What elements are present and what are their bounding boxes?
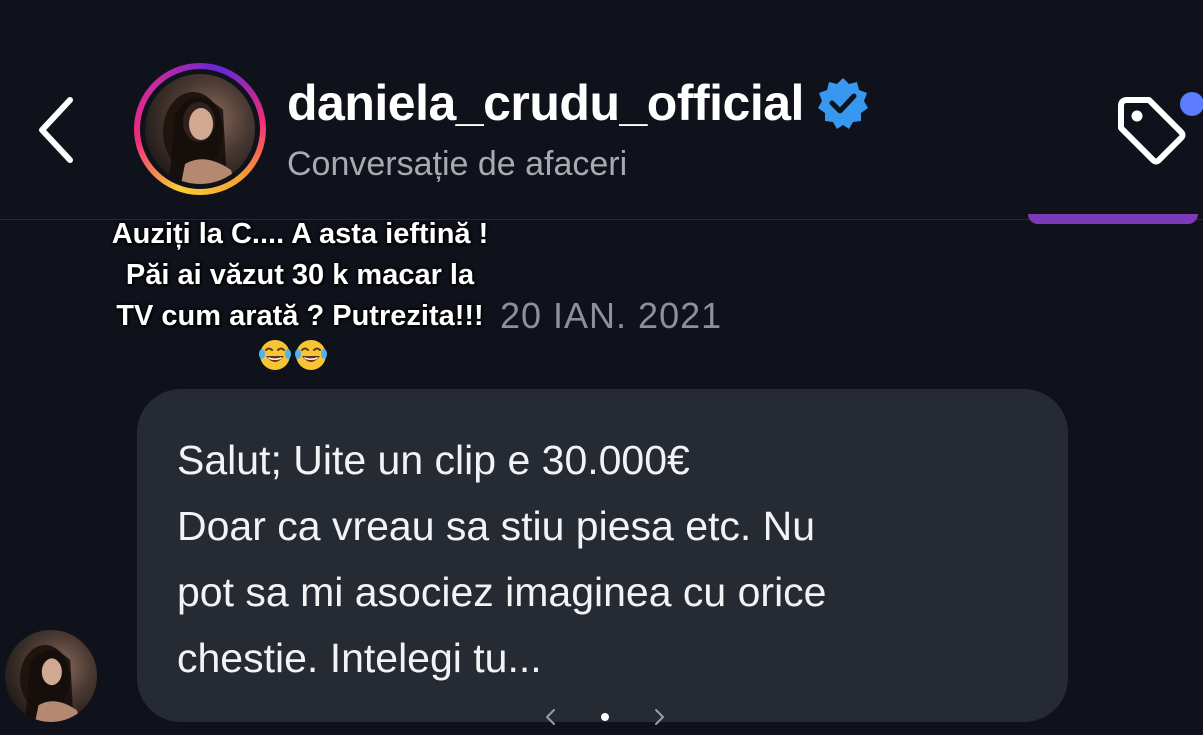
previous-message-edge: [1028, 214, 1198, 224]
message-line: pot sa mi asociez imaginea cu orice: [177, 569, 827, 615]
back-button[interactable]: [30, 92, 90, 168]
avatar-photo: [145, 74, 255, 184]
message-bubble[interactable]: Salut; Uite un clip e 30.000€ Doar ca vr…: [137, 389, 1068, 722]
message-line: Salut; Uite un clip e 30.000€: [177, 437, 690, 483]
label-button[interactable]: [1113, 92, 1189, 168]
sender-avatar[interactable]: [5, 630, 97, 722]
username: daniela_crudu_official: [287, 75, 804, 131]
pager-dot: [601, 713, 609, 721]
conversation-type: Conversație de afaceri: [287, 145, 628, 183]
caption-line: TV cum arată ? Putrezita!!!: [116, 300, 484, 332]
chevron-left-icon[interactable]: [540, 706, 562, 728]
laughing-tears-emoji: [259, 340, 291, 370]
overlay-caption: Auziți la C.... A asta ieftină ! Păi ai …: [40, 214, 560, 337]
pager: [540, 704, 670, 730]
chevron-left-icon: [39, 97, 73, 163]
conversation-header: daniela_crudu_official Conversație de af…: [0, 0, 1203, 220]
username-link[interactable]: daniela_crudu_official: [287, 72, 870, 134]
message-text: Salut; Uite un clip e 30.000€ Doar ca vr…: [177, 427, 1037, 691]
verified-badge-icon: [817, 78, 868, 129]
caption-line: Auziți la C.... A asta ieftină !: [111, 218, 489, 250]
caption-line: Păi ai văzut 30 k macar la: [125, 259, 475, 291]
profile-avatar[interactable]: [134, 63, 266, 195]
caption-emojis: [258, 338, 328, 372]
message-line: chestie. Intelegi tu...: [177, 635, 542, 681]
message-line: Doar ca vreau sa stiu piesa etc. Nu: [177, 503, 816, 549]
tag-icon: [1118, 97, 1186, 165]
laughing-tears-emoji: [295, 340, 327, 370]
chevron-right-icon[interactable]: [648, 706, 670, 728]
notification-dot: [1180, 92, 1203, 116]
